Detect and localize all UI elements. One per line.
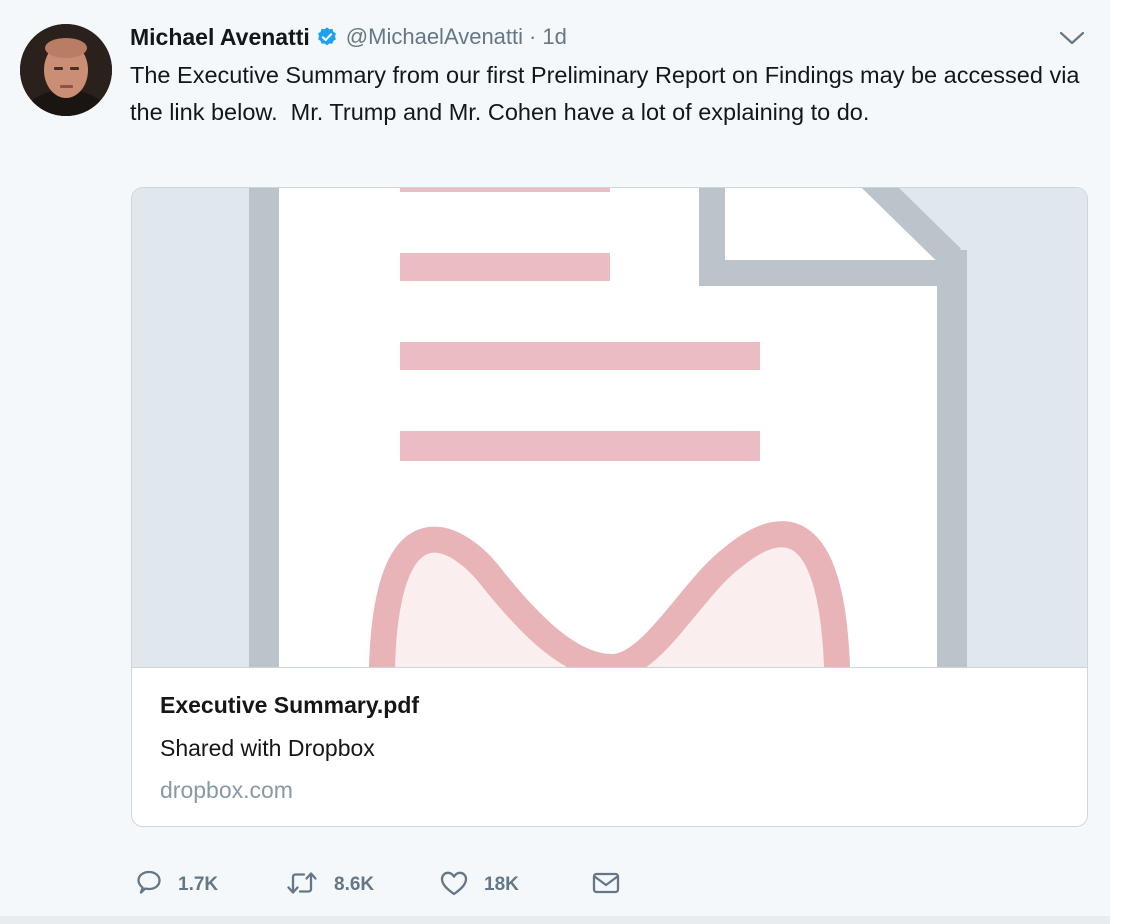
tweet-header: Michael Avenatti @MichaelAvenatti · 1d (130, 22, 567, 52)
author-name[interactable]: Michael Avenatti (130, 24, 310, 51)
reply-button[interactable]: 1.7K (134, 868, 218, 902)
right-gutter (1110, 0, 1125, 924)
document-icon (132, 188, 1087, 667)
card-domain: dropbox.com (160, 777, 293, 803)
tweet-text: The Executive Summary from our first Pre… (130, 62, 1087, 125)
separator-dot: · (529, 24, 537, 49)
like-count: 18K (484, 874, 519, 895)
link-card[interactable]: Executive Summary.pdf Shared with Dropbo… (131, 187, 1088, 827)
avatar-photo (20, 24, 112, 116)
verified-badge-icon (316, 26, 338, 48)
retweet-button[interactable]: 8.6K (284, 868, 374, 902)
timestamp[interactable]: 1d (542, 24, 566, 50)
like-button[interactable]: 18K (438, 868, 519, 902)
chevron-down-icon[interactable] (1058, 28, 1086, 48)
tweet[interactable]: Michael Avenatti @MichaelAvenatti · 1d T… (0, 0, 1110, 916)
bottom-divider (0, 916, 1110, 924)
card-description: Shared with Dropbox (160, 735, 375, 761)
reply-icon (134, 868, 164, 903)
heart-icon (438, 868, 470, 903)
tweet-actions: 1.7K 8.6K 18K (134, 868, 834, 902)
direct-message-button[interactable] (590, 868, 622, 902)
envelope-icon (590, 868, 622, 903)
avatar[interactable] (20, 24, 112, 116)
reply-count: 1.7K (178, 874, 219, 895)
author-handle[interactable]: @MichaelAvenatti (346, 24, 523, 50)
card-title: Executive Summary.pdf (160, 692, 420, 718)
retweet-icon (284, 868, 320, 903)
retweet-count: 8.6K (334, 874, 375, 895)
card-image[interactable] (132, 188, 1087, 667)
card-body[interactable]: Executive Summary.pdf Shared with Dropbo… (132, 668, 1087, 826)
